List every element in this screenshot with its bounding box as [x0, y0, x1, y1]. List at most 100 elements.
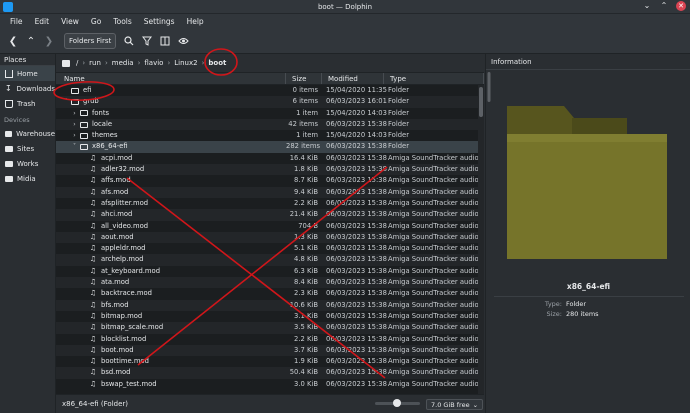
menu-go[interactable]: Go [85, 17, 107, 26]
cell-modified: 06/03/2023 15:38 [326, 334, 387, 343]
filter-icon[interactable] [140, 34, 154, 48]
cell-type: Folder [388, 86, 410, 94]
places-item-downloads[interactable]: ↧ Downloads [0, 81, 55, 96]
table-row[interactable]: ♫ archelp.mod 4.8 KiB 06/03/2023 15:38 Amiga… [56, 254, 478, 266]
preview-icon[interactable] [176, 34, 190, 48]
chevron-down-icon[interactable]: ˅ [71, 141, 78, 152]
column-name-header[interactable]: Name [56, 73, 286, 84]
search-icon[interactable] [122, 34, 136, 48]
column-type-header[interactable]: Type [384, 73, 484, 84]
table-row[interactable]: ♫ affs.mod 8.7 KiB 06/03/2023 15:38 Amiga So… [56, 175, 478, 186]
split-view-icon[interactable] [158, 34, 172, 48]
table-row[interactable]: ♫ appleldr.mod 5.1 KiB 06/03/2023 15:38 Amig… [56, 243, 478, 254]
table-row[interactable]: ♫ bitmap_scale.mod 3.5 KiB 06/03/2023 15:38… [56, 322, 478, 334]
menu-view[interactable]: View [55, 17, 85, 26]
column-modified-header[interactable]: Modified [322, 73, 384, 84]
places-item-home[interactable]: Home [0, 66, 55, 81]
menu-tools[interactable]: Tools [107, 17, 137, 26]
cell-size: 42 items [288, 119, 318, 128]
table-row[interactable]: ♫ backtrace.mod 2.3 KiB 06/03/2023 15:38 Ami… [56, 288, 478, 299]
cell-name: ˅ x86_64-efi [56, 141, 286, 152]
menu-edit[interactable]: Edit [29, 17, 56, 26]
table-row[interactable]: ♫ boot.mod 3.7 KiB 06/03/2023 15:38 Amiga So… [56, 344, 478, 357]
minimize-icon[interactable]: ⌄ [642, 1, 652, 11]
table-row[interactable]: ♫ blocklist.mod 2.2 KiB 06/03/2023 15:38 Ami… [56, 334, 478, 345]
device-item-works[interactable]: Works [0, 156, 55, 171]
forward-icon[interactable]: ❯ [42, 34, 56, 48]
table-row[interactable]: ♫ acpi.mod 16.4 KiB 06/03/2023 15:38 Amiga S… [56, 153, 478, 164]
cell-name: efi [56, 85, 286, 96]
cell-size: 0 items [292, 86, 318, 94]
menu-file[interactable]: File [4, 17, 29, 26]
breadcrumb-linux2[interactable]: Linux2 [170, 59, 201, 67]
folders-first-button[interactable]: Folders First [64, 33, 117, 49]
cell-type: Folder [388, 108, 410, 117]
cell-size: 3.0 KiB [294, 379, 318, 388]
table-row[interactable]: ♫ adler32.mod 1.8 KiB 06/03/2023 15:38 Amiga… [56, 164, 478, 176]
cell-type: Folder [388, 119, 410, 128]
back-icon[interactable]: ❮ [6, 34, 20, 48]
breadcrumb-boot[interactable]: boot [204, 59, 230, 67]
chevron-down-icon[interactable]: ˅ [62, 96, 69, 107]
device-item-midia[interactable]: Midia [0, 171, 55, 186]
places-item-trash[interactable]: Trash [0, 96, 55, 111]
cell-size: 16.4 KiB [289, 153, 318, 162]
table-row[interactable]: ♫ afsplitter.mod 2.2 KiB 06/03/2023 15:38 Am… [56, 198, 478, 209]
cell-type: Amiga SoundTracker audio [388, 311, 478, 320]
device-item-warehouse[interactable]: Warehouse [0, 126, 55, 141]
table-row[interactable]: ♫ aout.mod 1.3 KiB 06/03/2023 15:38 Amiga So… [56, 231, 478, 244]
zoom-slider[interactable] [375, 399, 420, 407]
cell-type: Amiga SoundTracker audio [388, 187, 478, 196]
status-bar: x86_64-efi (Folder) 7.0 GiB free ⌄ [56, 394, 484, 413]
file-name: bsd.mod [101, 368, 131, 377]
zoom-slider-handle[interactable] [393, 399, 401, 407]
table-row[interactable]: ♫ ata.mod 8.4 KiB 06/03/2023 15:38 Amiga Sou… [56, 277, 478, 289]
close-icon[interactable]: ✕ [676, 1, 686, 11]
up-icon[interactable]: ⌃ [24, 34, 38, 48]
table-row[interactable]: ♫ at_keyboard.mod 6.3 KiB 06/03/2023 15:38 A… [56, 266, 478, 277]
table-row[interactable]: ♫ ahci.mod 21.4 KiB 06/03/2023 15:38 Amiga S… [56, 209, 478, 221]
device-item-label: Sites [17, 144, 35, 153]
breadcrumb-run[interactable]: run [85, 59, 105, 67]
cell-modified: 06/03/2023 15:38 [326, 142, 387, 151]
file-name: afs.mod [101, 187, 129, 196]
scrollbar-thumb[interactable] [479, 87, 483, 117]
maximize-icon[interactable]: ⌃ [659, 1, 669, 11]
table-row[interactable]: ♫ all_video.mod 704 B 06/03/2023 15:38 Amiga… [56, 221, 478, 232]
table-row[interactable]: ♫ afs.mod 9.4 KiB 06/03/2023 15:38 Amiga Sou… [56, 186, 478, 198]
free-space-button[interactable]: 7.0 GiB free ⌄ [426, 399, 484, 410]
breadcrumb-flavio[interactable]: flavio [140, 59, 167, 67]
table-row[interactable]: › fonts 1 item 15/04/2020 14:03 Folder [56, 108, 478, 119]
table-row[interactable]: › locale 42 items 06/03/2023 15:38 Folder [56, 118, 478, 131]
table-row[interactable]: ♫ bfs.mod 10.6 KiB 06/03/2023 15:38 Amiga So… [56, 299, 478, 311]
menu-help[interactable]: Help [181, 17, 210, 26]
table-row[interactable]: ˅ x86_64-efi 282 items 06/03/2023 15:38 Fold… [56, 141, 478, 153]
column-size-header[interactable]: Size [286, 73, 322, 84]
cell-type: Amiga SoundTracker audio [388, 153, 478, 162]
table-row[interactable]: ♫ bitmap.mod 3.1 KiB 06/03/2023 15:38 Amiga … [56, 311, 478, 322]
breadcrumb-root[interactable]: / [72, 59, 82, 67]
breadcrumb-media[interactable]: media [108, 59, 138, 67]
table-row[interactable]: › themes 1 item 15/04/2020 14:03 Folder [56, 130, 478, 141]
audio-file-icon: ♫ [89, 153, 97, 162]
cell-size: 9.4 KiB [294, 187, 318, 196]
table-row[interactable]: ♫ bswap_test.mod 3.0 KiB 06/03/2023 15:38 Am… [56, 379, 478, 390]
cell-modified: 06/03/2023 15:38 [326, 221, 387, 230]
information-scrollbar[interactable] [486, 70, 492, 400]
vertical-scrollbar[interactable] [478, 85, 484, 394]
menu-settings[interactable]: Settings [138, 17, 181, 26]
table-row[interactable]: efi 0 items 15/04/2020 11:35 Folder [56, 85, 478, 96]
chevron-down-icon: ⌄ [472, 400, 479, 409]
cell-type: Amiga SoundTracker audio [388, 232, 478, 241]
audio-file-icon: ♫ [89, 255, 97, 264]
chevron-right-icon[interactable]: › [71, 130, 78, 141]
cell-modified: 06/03/2023 15:38 [326, 379, 387, 388]
chevron-right-icon[interactable]: › [71, 119, 78, 130]
audio-file-icon: ♫ [89, 198, 97, 207]
device-item-sites[interactable]: Sites [0, 141, 55, 156]
table-row[interactable]: ♫ bsd.mod 50.4 KiB 06/03/2023 15:38 Amiga So… [56, 367, 478, 379]
table-row[interactable]: ♫ boottime.mod 1.9 KiB 06/03/2023 15:38 Amig… [56, 356, 478, 367]
table-row[interactable]: ˅ grub 6 items 06/03/2023 16:01 Folder [56, 96, 478, 108]
audio-file-icon: ♫ [89, 379, 97, 388]
chevron-right-icon[interactable]: › [71, 108, 78, 119]
